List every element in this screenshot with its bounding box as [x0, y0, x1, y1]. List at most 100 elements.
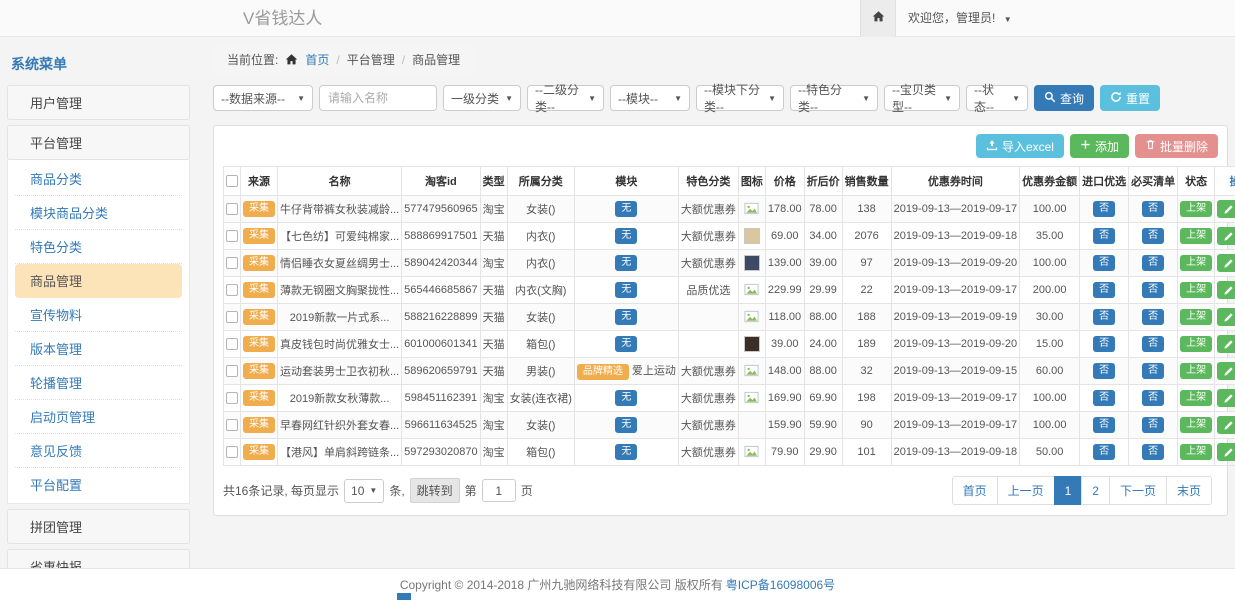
jump-to-button[interactable]: 跳转到	[410, 478, 460, 503]
status-toggle[interactable]: 上架	[1180, 282, 1212, 298]
must-buy-toggle[interactable]: 否	[1142, 417, 1164, 433]
must-buy-toggle[interactable]: 否	[1142, 390, 1164, 406]
pagination-page-2[interactable]: 2	[1081, 476, 1110, 505]
import-select-toggle[interactable]: 否	[1093, 228, 1115, 244]
row-checkbox[interactable]	[226, 365, 238, 377]
pagination-next-page[interactable]: 下一页	[1109, 476, 1167, 505]
status-toggle[interactable]: 上架	[1180, 390, 1212, 406]
row-checkbox[interactable]	[226, 230, 238, 242]
pagination-prev-page[interactable]: 上一页	[997, 476, 1055, 505]
sidebar-item-user-mgmt[interactable]: 用户管理	[7, 85, 190, 120]
reset-button[interactable]: 重置	[1100, 85, 1160, 111]
must-buy-toggle[interactable]: 否	[1142, 255, 1164, 271]
edit-button[interactable]	[1217, 281, 1235, 299]
icp-link[interactable]: 粤ICP备16098006号	[726, 576, 835, 593]
row-checkbox[interactable]	[226, 446, 238, 458]
import-select-toggle[interactable]: 否	[1093, 201, 1115, 217]
edit-button[interactable]	[1217, 389, 1235, 407]
import-select-toggle[interactable]: 否	[1093, 255, 1115, 271]
back-to-top-sliver[interactable]	[397, 593, 411, 600]
import-select-toggle[interactable]: 否	[1093, 363, 1115, 379]
module-badge[interactable]: 无	[615, 228, 637, 244]
module-badge[interactable]: 无	[615, 255, 637, 271]
filter-item-type[interactable]: --宝贝类型--▼	[884, 85, 960, 111]
status-toggle[interactable]: 上架	[1180, 309, 1212, 325]
status-toggle[interactable]: 上架	[1180, 201, 1212, 217]
module-badge[interactable]: 无	[615, 201, 637, 217]
filter-level2-category[interactable]: --二级分类--▼	[527, 85, 604, 111]
sidebar-item-group-buy-mgmt[interactable]: 拼团管理	[7, 509, 190, 544]
status-toggle[interactable]: 上架	[1180, 255, 1212, 271]
filter-data-source[interactable]: --数据来源--▼	[213, 85, 313, 111]
edit-button[interactable]	[1217, 416, 1235, 434]
sidebar-item-goods-category[interactable]: 商品分类	[15, 162, 182, 196]
module-badge[interactable]: 无	[615, 282, 637, 298]
row-checkbox[interactable]	[226, 338, 238, 350]
sidebar-item-version-mgmt[interactable]: 版本管理	[15, 332, 182, 366]
import-select-toggle[interactable]: 否	[1093, 444, 1115, 460]
row-checkbox[interactable]	[226, 203, 238, 215]
user-menu[interactable]: 欢迎您，管理员! ▼	[908, 0, 1012, 38]
jump-page-input[interactable]	[482, 479, 516, 502]
status-toggle[interactable]: 上架	[1180, 336, 1212, 352]
sidebar-item-feature-category[interactable]: 特色分类	[15, 230, 182, 264]
module-badge[interactable]: 无	[615, 444, 637, 460]
sidebar-item-module-goods-category[interactable]: 模块商品分类	[15, 196, 182, 230]
import-select-toggle[interactable]: 否	[1093, 417, 1115, 433]
pagination-first-page[interactable]: 首页	[952, 476, 998, 505]
sidebar-item-platform-mgmt[interactable]: 平台管理	[7, 125, 190, 160]
edit-button[interactable]	[1217, 335, 1235, 353]
must-buy-toggle[interactable]: 否	[1142, 444, 1164, 460]
must-buy-toggle[interactable]: 否	[1142, 363, 1164, 379]
filter-status[interactable]: --状态--▼	[966, 85, 1028, 111]
select-all-checkbox[interactable]	[226, 175, 238, 187]
page-size-select[interactable]: 10 ▼	[344, 479, 384, 503]
row-checkbox[interactable]	[226, 419, 238, 431]
module-badge[interactable]: 无	[615, 309, 637, 325]
must-buy-toggle[interactable]: 否	[1142, 309, 1164, 325]
row-checkbox[interactable]	[226, 311, 238, 323]
row-checkbox[interactable]	[226, 257, 238, 269]
must-buy-toggle[interactable]: 否	[1142, 201, 1164, 217]
pagination-last-page[interactable]: 末页	[1166, 476, 1212, 505]
query-button[interactable]: 查询	[1034, 85, 1094, 111]
breadcrumb-home-link[interactable]: 首页	[305, 51, 329, 68]
edit-button[interactable]	[1217, 308, 1235, 326]
edit-button[interactable]	[1217, 443, 1235, 461]
edit-button[interactable]	[1217, 227, 1235, 245]
must-buy-toggle[interactable]: 否	[1142, 282, 1164, 298]
import-select-toggle[interactable]: 否	[1093, 390, 1115, 406]
import-select-toggle[interactable]: 否	[1093, 336, 1115, 352]
row-checkbox[interactable]	[226, 284, 238, 296]
sidebar-item-goods-mgmt[interactable]: 商品管理	[15, 264, 182, 298]
status-toggle[interactable]: 上架	[1180, 417, 1212, 433]
filter-level1-category[interactable]: 一级分类▼	[443, 85, 521, 111]
edit-button[interactable]	[1217, 362, 1235, 380]
status-toggle[interactable]: 上架	[1180, 228, 1212, 244]
import-select-toggle[interactable]: 否	[1093, 309, 1115, 325]
home-button[interactable]	[860, 0, 896, 37]
edit-button[interactable]	[1217, 254, 1235, 272]
edit-button[interactable]	[1217, 200, 1235, 218]
must-buy-toggle[interactable]: 否	[1142, 228, 1164, 244]
import-excel-button[interactable]: 导入excel	[976, 134, 1064, 158]
batch-delete-button[interactable]: 批量删除	[1135, 134, 1218, 158]
status-toggle[interactable]: 上架	[1180, 444, 1212, 460]
filter-module-sub-category[interactable]: --模块下分类--▼	[696, 85, 784, 111]
module-badge[interactable]: 无	[615, 336, 637, 352]
add-button[interactable]: 添加	[1070, 134, 1129, 158]
filter-name-input[interactable]	[319, 85, 437, 111]
sidebar-item-feedback[interactable]: 意见反馈	[15, 434, 182, 468]
sidebar-item-platform-config[interactable]: 平台配置	[15, 468, 182, 501]
filter-feature-category[interactable]: --特色分类--▼	[790, 85, 878, 111]
filter-module[interactable]: --模块--▼	[610, 85, 690, 111]
module-badge[interactable]: 无	[615, 390, 637, 406]
sidebar-item-carousel-mgmt[interactable]: 轮播管理	[15, 366, 182, 400]
sidebar-item-splash-page-mgmt[interactable]: 启动页管理	[15, 400, 182, 434]
must-buy-toggle[interactable]: 否	[1142, 336, 1164, 352]
import-select-toggle[interactable]: 否	[1093, 282, 1115, 298]
module-badge[interactable]: 品牌精选	[577, 364, 629, 380]
module-badge[interactable]: 无	[615, 417, 637, 433]
status-toggle[interactable]: 上架	[1180, 363, 1212, 379]
pagination-page-1[interactable]: 1	[1054, 476, 1083, 505]
